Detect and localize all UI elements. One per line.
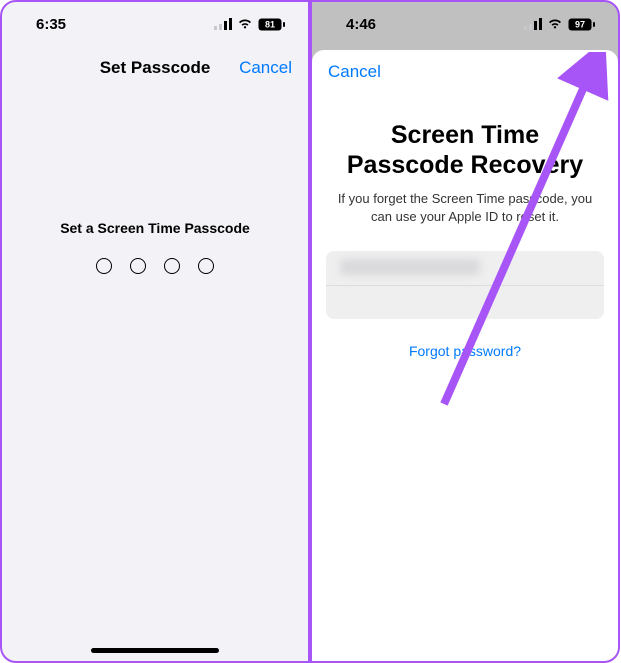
field-divider [326, 285, 604, 286]
passcode-dot [130, 258, 146, 274]
wifi-icon [547, 18, 563, 30]
nav-bar: Set Passcode Cancel [2, 46, 308, 90]
recovery-subtitle: If you forget the Screen Time passcode, … [312, 190, 618, 225]
passcode-prompt: Set a Screen Time Passcode [2, 220, 308, 236]
battery-icon: 97 [568, 18, 596, 31]
passcode-dot [96, 258, 112, 274]
battery-icon: 81 [258, 18, 286, 31]
passcode-dots[interactable] [2, 258, 308, 274]
passcode-dot [198, 258, 214, 274]
appleid-value-redacted [340, 259, 480, 275]
phone-left: 6:35 81 Set Passcode Cancel Set a Screen… [0, 0, 310, 663]
status-bar: 6:35 81 [2, 2, 308, 46]
status-icons: 81 [214, 18, 286, 31]
status-time: 4:46 [346, 16, 376, 33]
phone-right: 4:46 97 Cancel OK Screen Time Passcode R… [310, 0, 620, 663]
sheet-nav: Cancel OK [312, 50, 618, 94]
passcode-dot [164, 258, 180, 274]
status-bar: 4:46 97 [312, 2, 618, 46]
cancel-button[interactable]: Cancel [239, 58, 292, 78]
recovery-title: Screen Time Passcode Recovery [312, 120, 618, 180]
home-indicator[interactable] [91, 648, 219, 653]
signal-icon [214, 18, 232, 30]
status-time: 6:35 [36, 16, 66, 33]
appleid-field[interactable] [326, 251, 604, 319]
forgot-password-link[interactable]: Forgot password? [312, 343, 618, 359]
status-icons: 97 [524, 18, 596, 31]
wifi-icon [237, 18, 253, 30]
nav-title: Set Passcode [100, 58, 211, 78]
ok-button[interactable]: OK [577, 62, 603, 82]
modal-sheet: Cancel OK Screen Time Passcode Recovery … [312, 50, 618, 661]
cancel-button[interactable]: Cancel [328, 62, 381, 82]
signal-icon [524, 18, 542, 30]
svg-text:97: 97 [575, 19, 585, 29]
svg-text:81: 81 [265, 19, 275, 29]
